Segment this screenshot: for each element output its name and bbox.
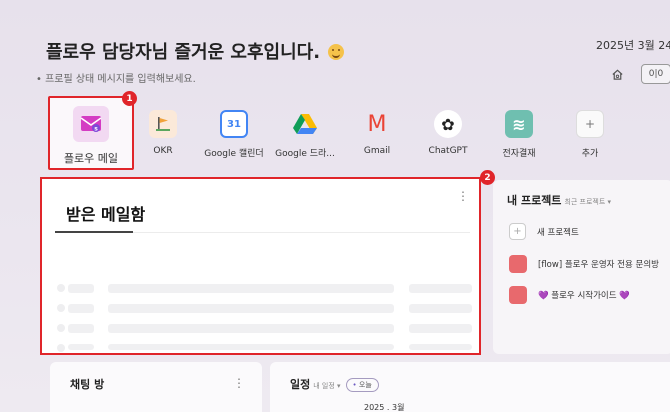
project-name: 💜 플로우 시작가이드 💜 (538, 291, 630, 301)
schedule-title: 일정내 일정 ▾오늘 (290, 376, 379, 392)
projects-widget: 내 프로젝트 최근 프로젝트 ▾ + 새 프로젝트 [flow] 플로우 운영자 … (493, 180, 670, 354)
skeleton-bar (108, 344, 394, 350)
chat-title: 채팅 방 (70, 378, 105, 391)
project-name: [flow] 플로우 운영자 전용 문의방 (538, 260, 659, 270)
app-label: Google 드라... (275, 149, 335, 159)
new-project-label: 새 프로젝트 (537, 227, 579, 238)
home-icon (611, 69, 623, 80)
project-item[interactable]: [flow] 플로우 운영자 전용 문의방 (509, 255, 659, 273)
app-label: Google 캘린더 (204, 149, 264, 159)
plus-icon: + (509, 223, 526, 240)
app-label: ChatGPT (428, 146, 468, 156)
project-color-swatch (509, 286, 527, 304)
skeleton-bar (68, 324, 94, 333)
schedule-widget: 일정내 일정 ▾오늘 (270, 362, 670, 412)
app-label: Gmail (363, 146, 391, 156)
date-display: 2025년 3월 24 (596, 39, 670, 52)
project-color-swatch (509, 255, 527, 273)
app-okr[interactable]: OKR (126, 96, 200, 168)
skeleton-dot (57, 324, 65, 332)
status-message-input[interactable]: • 프로필 상태 메시지를 입력해보세요. (36, 70, 196, 85)
annotation-badge-1: 1 (122, 91, 137, 106)
gmail-icon: M (367, 111, 387, 137)
app-label: 플로우 메일 (63, 152, 119, 165)
skeleton-bar (409, 304, 472, 313)
skeleton-bar (108, 284, 394, 293)
skeleton-bar (108, 304, 394, 313)
inbox-widget: 받은 메일함 ⋮ (40, 177, 481, 355)
calendar-icon: 31 (220, 110, 248, 138)
tab-underline (55, 231, 133, 233)
app-chatgpt[interactable]: ✿ ChatGPT (411, 96, 485, 168)
projects-title: 내 프로젝트 최근 프로젝트 ▾ (507, 194, 612, 207)
today-button[interactable]: 오늘 (345, 378, 379, 392)
skeleton-bar (68, 284, 94, 293)
inbox-title: 받은 메일함 (66, 205, 146, 224)
project-item[interactable]: 💜 플로우 시작가이드 💜 (509, 286, 630, 304)
my-schedule-dropdown[interactable]: 내 일정 ▾ (313, 382, 340, 390)
smile-emoji-icon (328, 44, 345, 60)
app-gmail[interactable]: M Gmail (340, 96, 414, 168)
svg-text:s: s (94, 126, 98, 133)
app-flow-mail[interactable]: s 플로우 메일 (48, 96, 134, 170)
schedule-date-header: 2025 . 3월 (364, 403, 405, 412)
plus-icon: + (576, 110, 604, 138)
greeting-title: 플로우 담당자님 즐거운 오후입니다. (46, 38, 345, 64)
inbox-menu-icon[interactable]: ⋮ (457, 189, 469, 203)
chat-menu-icon[interactable]: ⋮ (233, 376, 245, 390)
layout-grid-icon: 0|0 (648, 69, 664, 79)
app-label: 전자결재 (502, 149, 536, 159)
new-project-button[interactable]: + 새 프로젝트 (509, 223, 579, 240)
app-label: OKR (153, 146, 173, 156)
skeleton-dot (57, 284, 65, 292)
approval-icon: ≋ (505, 110, 533, 138)
skeleton-bar (409, 344, 472, 350)
skeleton-dot (57, 344, 65, 352)
app-google-drive[interactable]: Google 드라... (268, 96, 342, 168)
home-button[interactable] (606, 64, 628, 84)
flag-icon (149, 110, 177, 138)
app-e-approval[interactable]: ≋ 전자결재 (482, 96, 556, 168)
app-google-calendar[interactable]: 31 Google 캘린더 (197, 96, 271, 168)
mail-icon: s (73, 106, 109, 142)
skeleton-bar (108, 324, 394, 333)
skeleton-bar (68, 304, 94, 313)
drive-icon (291, 110, 319, 138)
recent-projects-dropdown[interactable]: 최근 프로젝트 ▾ (564, 198, 611, 206)
chatgpt-icon: ✿ (434, 110, 462, 138)
skeleton-bar (409, 324, 472, 333)
layout-toggle-button[interactable]: 0|0 (641, 64, 670, 84)
app-add[interactable]: + 추가 (553, 96, 627, 168)
skeleton-dot (57, 304, 65, 312)
app-label: 추가 (581, 149, 599, 159)
skeleton-bar (68, 344, 94, 350)
skeleton-bar (409, 284, 472, 293)
chat-widget: 채팅 방 ⋮ (50, 362, 262, 412)
